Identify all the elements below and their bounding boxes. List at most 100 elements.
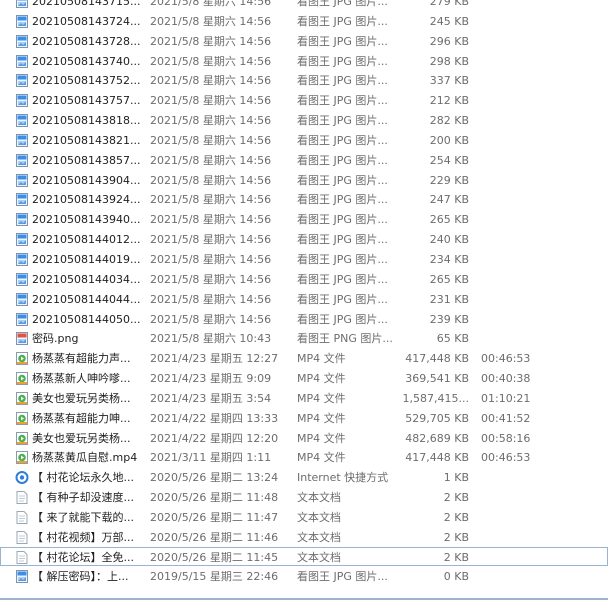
file-modified-date: 2021/5/8 星期六 14:56 — [150, 292, 272, 306]
file-row[interactable]: 美女也爱玩另类杨... 2021/4/23 星期五 3:54 MP4 文件 1,587… — [0, 388, 608, 408]
file-row[interactable]: 20210508143724... 2021/5/8 星期六 14:56 看图王 J… — [0, 11, 608, 31]
file-name: 20210508143940... — [32, 213, 141, 227]
file-row[interactable]: 20210508144050... 2021/5/8 星期六 14:56 看图王 J… — [0, 309, 608, 329]
jpg-image-icon — [15, 173, 29, 188]
file-row[interactable]: 20210508143821... 2021/5/8 星期六 14:56 看图王 J… — [0, 130, 608, 150]
file-row[interactable]: 20210508143757... 2021/5/8 星期六 14:56 看图王 J… — [0, 90, 608, 110]
file-row[interactable]: 杨蒸蒸新人呻吟嗲... 2021/4/23 星期五 9:09 MP4 文件 369,5… — [0, 368, 608, 388]
file-size: 529,705 KB — [405, 411, 469, 425]
file-icon-cell — [13, 567, 29, 586]
file-type: 看图王 JPG 图片... — [297, 133, 388, 147]
file-modified-date: 2021/3/11 星期四 1:11 — [150, 451, 272, 465]
file-icon-cell — [13, 111, 29, 130]
file-size: 229 KB — [429, 173, 469, 187]
jpg-image-icon — [15, 569, 29, 584]
jpg-image-icon — [15, 14, 29, 29]
file-icon-cell — [13, 290, 29, 309]
file-row[interactable]: 20210508144044... 2021/5/8 星期六 14:56 看图王 J… — [0, 289, 608, 309]
file-type: 看图王 JPG 图片... — [297, 292, 388, 306]
file-modified-date: 2021/5/8 星期六 14:56 — [150, 193, 272, 207]
file-row[interactable]: 20210508143715... 2021/5/8 星期六 14:56 看图王 J… — [0, 0, 608, 11]
file-modified-date: 2021/5/8 星期六 14:56 — [150, 114, 272, 128]
file-modified-date: 2021/5/8 星期六 14:56 — [150, 153, 272, 167]
file-size: 245 KB — [429, 14, 469, 28]
file-row[interactable]: 20210508144034... 2021/5/8 星期六 14:56 看图王 J… — [0, 269, 608, 289]
file-duration: 00:46:53 — [481, 352, 531, 366]
file-icon-cell — [13, 270, 29, 289]
file-type: 文本文档 — [297, 491, 341, 505]
file-modified-date: 2020/5/26 星期二 11:48 — [150, 491, 279, 505]
file-icon-cell — [13, 12, 29, 31]
file-name: 美女也爱玩另类杨... — [32, 431, 131, 445]
file-type: MP4 文件 — [297, 431, 346, 445]
file-modified-date: 2021/5/8 星期六 14:56 — [150, 34, 272, 48]
file-row[interactable]: 20210508143857... 2021/5/8 星期六 14:56 看图王 J… — [0, 150, 608, 170]
file-row[interactable]: 【 有种子却没速度... 2020/5/26 星期二 11:48 文本文档 2 KB — [0, 487, 608, 507]
file-icon-cell — [13, 250, 29, 269]
file-row[interactable]: 20210508143904... 2021/5/8 星期六 14:56 看图王 J… — [0, 170, 608, 190]
file-icon-cell — [13, 32, 29, 51]
file-row[interactable]: 20210508143924... 2021/5/8 星期六 14:56 看图王 J… — [0, 189, 608, 209]
file-type: 看图王 JPG 图片... — [297, 74, 388, 88]
file-icon-cell — [13, 468, 29, 487]
jpg-image-icon — [15, 272, 29, 287]
file-size: 1,587,415... — [402, 391, 469, 405]
file-row[interactable]: 【 村花论坛永久地... 2020/5/26 星期二 13:24 Internet … — [0, 467, 608, 487]
file-modified-date: 2021/4/23 星期五 9:09 — [150, 372, 272, 386]
file-row[interactable]: 20210508143940... 2021/5/8 星期六 14:56 看图王 J… — [0, 209, 608, 229]
file-type: 看图王 JPG 图片... — [297, 272, 388, 286]
file-name: 20210508143924... — [32, 193, 141, 207]
file-icon-cell — [13, 310, 29, 329]
file-row[interactable]: 【 解压密码】：上... 2019/5/15 星期三 22:46 看图王 JPG 图… — [0, 566, 608, 586]
file-row[interactable]: 20210508143818... 2021/5/8 星期六 14:56 看图王 J… — [0, 110, 608, 130]
file-modified-date: 2021/5/8 星期六 14:56 — [150, 272, 272, 286]
file-size: 265 KB — [429, 213, 469, 227]
file-row[interactable]: 杨蒸蒸有超能力声... 2021/4/23 星期五 12:27 MP4 文件 417,… — [0, 348, 608, 368]
file-name: 20210508143818... — [32, 114, 141, 128]
file-modified-date: 2021/5/8 星期六 10:43 — [150, 332, 272, 346]
file-row[interactable]: 【 村花视频】万部... 2020/5/26 星期二 11:46 文本文档 2 KB — [0, 527, 608, 547]
file-size: 239 KB — [429, 312, 469, 326]
file-duration: 00:58:16 — [481, 431, 531, 445]
jpg-image-icon — [15, 93, 29, 108]
file-type: 看图王 JPG 图片... — [297, 233, 388, 247]
mp4-video-icon — [15, 371, 29, 386]
file-row[interactable]: 20210508143740... 2021/5/8 星期六 14:56 看图王 J… — [0, 51, 608, 71]
mp4-video-icon — [15, 351, 29, 366]
file-row[interactable]: 20210508144019... 2021/5/8 星期六 14:56 看图王 J… — [0, 249, 608, 269]
file-row[interactable]: 杨蒸蒸有超能力呻... 2021/4/22 星期四 13:33 MP4 文件 529,… — [0, 408, 608, 428]
file-icon-cell — [13, 190, 29, 209]
file-name: 杨蒸蒸有超能力呻... — [32, 411, 131, 425]
file-modified-date: 2021/4/22 星期四 12:20 — [150, 431, 279, 445]
internet-shortcut-icon — [15, 470, 29, 485]
file-size: 298 KB — [429, 54, 469, 68]
file-row[interactable]: 【 来了就能下载的... 2020/5/26 星期二 11:47 文本文档 2 KB — [0, 507, 608, 527]
file-size: 296 KB — [429, 34, 469, 48]
file-type: 看图王 JPG 图片... — [297, 570, 388, 584]
file-name: 密码.png — [32, 332, 79, 346]
file-icon-cell — [13, 230, 29, 249]
file-type: 看图王 JPG 图片... — [297, 34, 388, 48]
file-duration: 00:40:38 — [481, 372, 531, 386]
file-name: 杨蒸蒸新人呻吟嗲... — [32, 372, 131, 386]
file-row[interactable]: 杨蒸蒸黄瓜自慰.mp4 2021/3/11 星期四 1:11 MP4 文件 417,4… — [0, 447, 608, 467]
file-row[interactable]: 20210508143752... 2021/5/8 星期六 14:56 看图王 J… — [0, 70, 608, 90]
file-modified-date: 2021/4/23 星期五 12:27 — [150, 352, 279, 366]
file-type: 看图王 JPG 图片... — [297, 213, 388, 227]
file-row[interactable]: 美女也爱玩另类杨... 2021/4/22 星期四 12:20 MP4 文件 482,… — [0, 428, 608, 448]
file-name: 【 解压密码】：上... — [32, 570, 129, 584]
file-size: 247 KB — [429, 193, 469, 207]
file-name: 20210508143857... — [32, 153, 141, 167]
file-row[interactable]: 20210508144012... 2021/5/8 星期六 14:56 看图王 J… — [0, 229, 608, 249]
file-size: 265 KB — [429, 272, 469, 286]
file-row[interactable]: 密码.png 2021/5/8 星期六 10:43 看图王 PNG 图片... 65 … — [0, 328, 608, 348]
file-modified-date: 2021/5/8 星期六 14:56 — [150, 233, 272, 247]
file-row[interactable]: 【 村花论坛】全免... 2020/5/26 星期二 11:45 文本文档 2 KB — [0, 546, 608, 567]
file-name: 20210508143728... — [32, 34, 141, 48]
file-name: 20210508144044... — [32, 292, 141, 306]
file-row[interactable]: 20210508143728... 2021/5/8 星期六 14:56 看图王 J… — [0, 31, 608, 51]
file-modified-date: 2021/4/23 星期五 3:54 — [150, 391, 272, 405]
file-name: 20210508143740... — [32, 54, 141, 68]
file-icon-cell — [13, 0, 29, 11]
file-type: MP4 文件 — [297, 411, 346, 425]
